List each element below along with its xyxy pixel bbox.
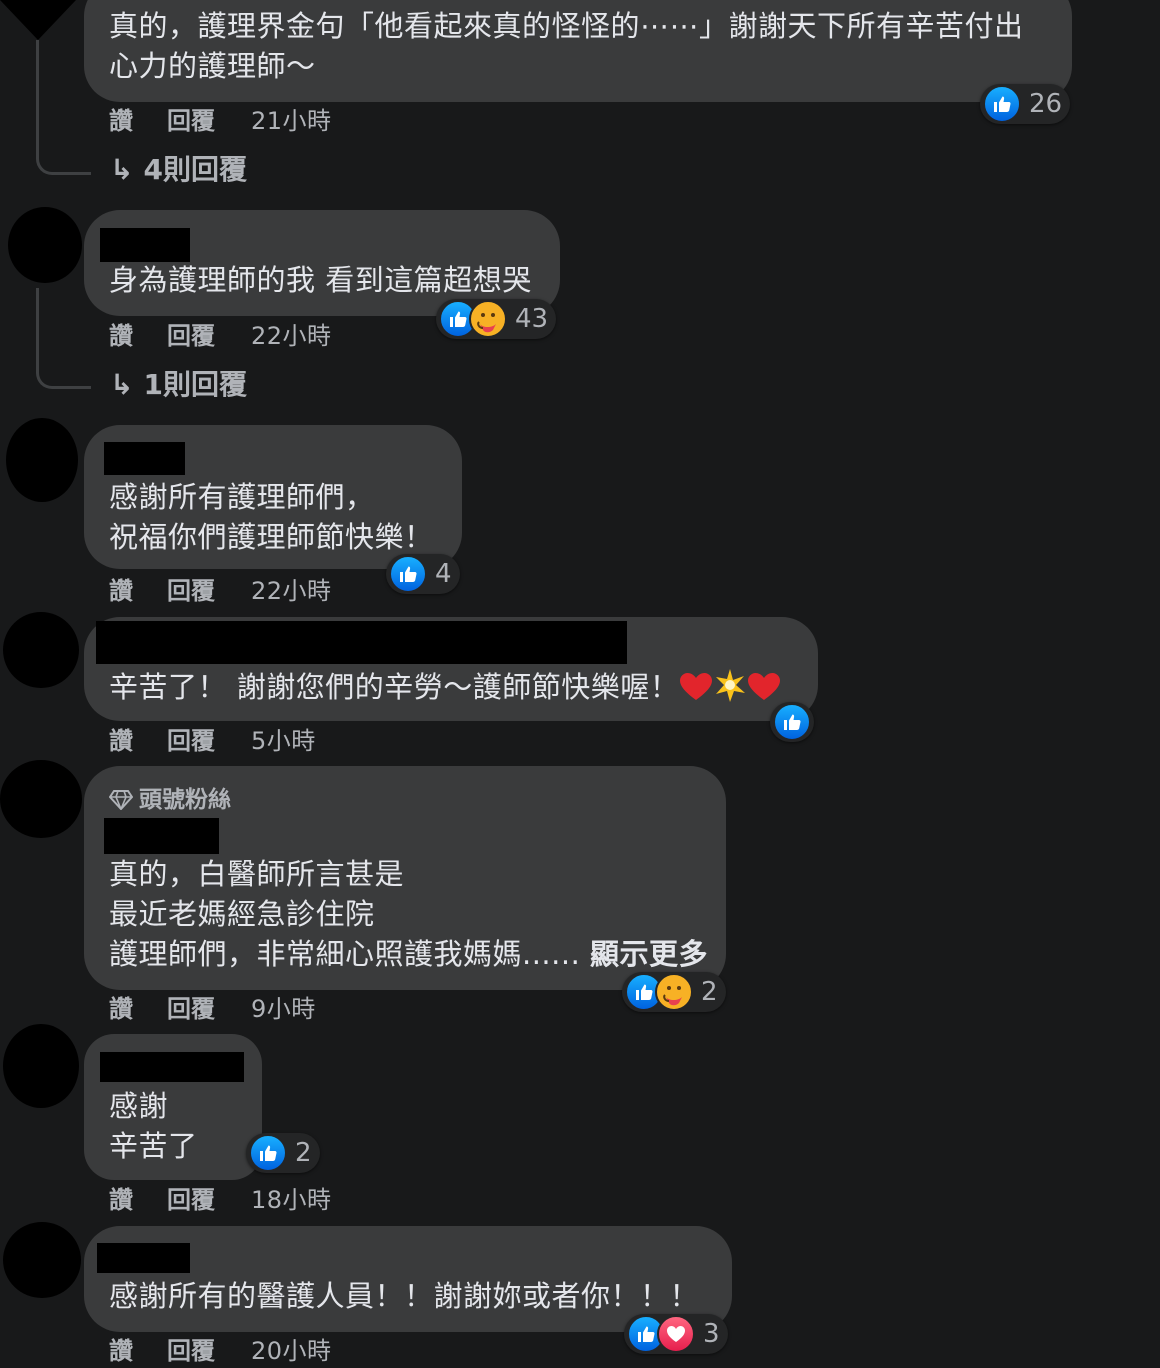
avatar[interactable] <box>6 418 78 502</box>
reaction-summary[interactable]: 2 <box>246 1133 320 1173</box>
comment-text-line: 身為護理師的我 看到這篇超想哭 <box>109 263 532 297</box>
comment-timestamp[interactable]: 22小時 <box>251 320 332 352</box>
comment-text-line: 祝福你們護理師節快樂！ <box>109 520 434 554</box>
like-reaction-icon <box>773 703 811 741</box>
reaction-summary[interactable]: 26 <box>980 84 1071 124</box>
reply-button[interactable]: 回覆 <box>167 993 251 1025</box>
avatar[interactable] <box>0 760 82 838</box>
comment-actions: 讚回覆 22小時 <box>109 320 332 352</box>
diamond-icon <box>108 790 134 812</box>
comment-text-line: 辛苦了！ 謝謝您們的辛勞～護師節快樂喔！ <box>109 667 781 707</box>
reply-arrow-icon: ↳ <box>110 368 134 401</box>
avatar[interactable] <box>3 612 79 688</box>
redacted-author-name <box>104 818 219 854</box>
comment-text-line: 辛苦了 <box>109 1129 198 1163</box>
like-reaction-icon <box>389 555 427 593</box>
comment-actions: 讚回覆 5小時 <box>109 725 316 757</box>
reaction-count: 26 <box>1029 89 1063 119</box>
comment-bubble: 辛苦了！ 謝謝您們的辛勞～護師節快樂喔！ <box>84 617 818 721</box>
like-button[interactable]: 讚 <box>109 993 167 1025</box>
heart-emoji-icon <box>748 673 781 700</box>
reaction-count: 4 <box>435 559 452 589</box>
comment-actions: 讚回覆 20小時 <box>109 1335 332 1367</box>
love-reaction-icon <box>657 1315 695 1353</box>
redacted-author-name <box>97 1243 190 1273</box>
reaction-summary[interactable]: 4 <box>386 554 460 594</box>
reaction-summary[interactable]: 3 <box>624 1314 728 1354</box>
sparkle-emoji-icon <box>716 669 746 702</box>
comment-timestamp[interactable]: 21小時 <box>251 105 332 137</box>
comment-text-line: 真的，白醫師所言甚是 <box>109 857 405 891</box>
like-reaction-icon <box>249 1134 287 1172</box>
see-more-link[interactable]: 顯示更多 <box>590 937 708 971</box>
view-replies-label: 4則回覆 <box>143 153 247 186</box>
like-button[interactable]: 讚 <box>109 575 167 607</box>
comment-bubble: 感謝 辛苦了 <box>84 1034 262 1180</box>
comment-timestamp[interactable]: 9小時 <box>251 993 316 1025</box>
redacted-author-name <box>104 442 185 475</box>
redacted-author-name <box>100 228 190 262</box>
comment-text-line: 感謝 <box>109 1089 169 1123</box>
comment-text-line: 感謝所有的醫護人員！！謝謝妳或者你！！！ <box>109 1279 700 1313</box>
like-button[interactable]: 讚 <box>109 1184 167 1216</box>
comment-text-line: 感謝所有護理師們， <box>109 480 375 514</box>
comment-text-line: 真的，護理界金句「他看起來真的怪怪的⋯⋯」謝謝天下所有辛苦付出 <box>109 9 1024 43</box>
reaction-count: 2 <box>295 1138 312 1168</box>
comment-bubble: 真的，護理界金句「他看起來真的怪怪的⋯⋯」謝謝天下所有辛苦付出 心力的護理師～ <box>84 0 1072 102</box>
reaction-summary[interactable] <box>770 702 814 742</box>
reply-button[interactable]: 回覆 <box>167 575 251 607</box>
avatar[interactable] <box>3 1024 79 1108</box>
comment-bubble: 頭號粉絲 真的，白醫師所言甚是 最近老媽經急診住院 護理師們，非常細心照護我媽媽… <box>84 766 726 990</box>
like-button[interactable]: 讚 <box>109 1335 167 1367</box>
comment-text: 護理師們，非常細心照護我媽媽...... <box>109 937 581 971</box>
like-reaction-icon <box>983 85 1021 123</box>
reaction-summary[interactable]: 2 <box>622 972 726 1012</box>
reaction-count: 3 <box>703 1319 720 1349</box>
comment-actions: 讚回覆 18小時 <box>109 1184 332 1216</box>
comment-timestamp[interactable]: 5小時 <box>251 725 316 757</box>
reply-button[interactable]: 回覆 <box>167 1335 251 1367</box>
comment-timestamp[interactable]: 20小時 <box>251 1335 332 1367</box>
comment-timestamp[interactable]: 18小時 <box>251 1184 332 1216</box>
reaction-count: 43 <box>515 304 549 334</box>
reply-button[interactable]: 回覆 <box>167 725 251 757</box>
comment-bubble: 感謝所有護理師們， 祝福你們護理師節快樂！ <box>84 425 462 569</box>
comment-actions: 讚回覆 21小時 <box>109 105 332 137</box>
view-replies-label: 1則回覆 <box>143 368 247 401</box>
avatar[interactable] <box>0 0 76 40</box>
reaction-summary[interactable]: 43 <box>436 299 557 339</box>
redacted-author-name <box>96 621 627 664</box>
top-fan-badge: 頭號粉絲 <box>108 780 231 814</box>
care-reaction-icon <box>655 973 693 1011</box>
like-button[interactable]: 讚 <box>109 725 167 757</box>
comment-actions: 讚回覆 9小時 <box>109 993 316 1025</box>
heart-emoji-icon <box>680 673 713 700</box>
reply-arrow-icon: ↳ <box>110 153 134 186</box>
avatar[interactable] <box>8 207 82 283</box>
comment-text-line: 最近老媽經急診住院 <box>109 897 375 931</box>
thread-line <box>36 288 91 389</box>
redacted-author-name <box>100 1052 244 1082</box>
view-replies-link[interactable]: ↳ 1則回覆 <box>110 367 247 403</box>
like-button[interactable]: 讚 <box>109 105 167 137</box>
comment-text-line: 心力的護理師～ <box>109 49 316 83</box>
like-button[interactable]: 讚 <box>109 320 167 352</box>
view-replies-link[interactable]: ↳ 4則回覆 <box>110 152 247 188</box>
reply-button[interactable]: 回覆 <box>167 320 251 352</box>
comment-actions: 讚回覆 22小時 <box>109 575 332 607</box>
care-reaction-icon <box>469 300 507 338</box>
comment-text-line: 護理師們，非常細心照護我媽媽...... 顯示更多 <box>109 934 708 974</box>
top-fan-label: 頭號粉絲 <box>139 787 231 813</box>
reply-button[interactable]: 回覆 <box>167 1184 251 1216</box>
comment-text: 辛苦了！ 謝謝您們的辛勞～護師節快樂喔！ <box>109 670 680 704</box>
comment-timestamp[interactable]: 22小時 <box>251 575 332 607</box>
reaction-count: 2 <box>701 977 718 1007</box>
avatar[interactable] <box>3 1222 81 1298</box>
reply-button[interactable]: 回覆 <box>167 105 251 137</box>
thread-line <box>36 40 91 175</box>
